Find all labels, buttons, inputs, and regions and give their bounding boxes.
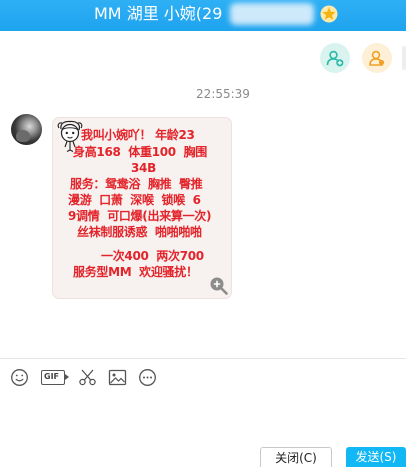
zoom-in-icon[interactable] bbox=[209, 276, 228, 295]
contact-icon bbox=[369, 50, 385, 66]
message-line: 9调情 可口爆(出来算一次) bbox=[68, 209, 212, 223]
message-line: 一次400 两次700 bbox=[101, 249, 204, 263]
message-line: 服务：鸳鸯浴 胸推 臀推 bbox=[70, 177, 203, 191]
emoji-icon[interactable] bbox=[10, 368, 29, 387]
image-icon[interactable] bbox=[108, 368, 127, 387]
avatar[interactable] bbox=[11, 114, 42, 145]
star-badge-icon bbox=[320, 5, 338, 23]
add-friend-button[interactable] bbox=[320, 43, 350, 73]
send-button[interactable]: 发送(S) bbox=[346, 447, 406, 467]
message-line: 我叫小婉吖！ 年龄23 bbox=[81, 128, 195, 142]
message-line: 漫游 口萧 深喉 锁喉 6 bbox=[68, 193, 201, 207]
message-line: 身高168 体重100 胸围 bbox=[73, 145, 208, 159]
input-divider bbox=[0, 358, 406, 359]
message-line: 服务型MM 欢迎骚扰！ bbox=[73, 265, 198, 279]
close-button[interactable]: 关闭(C) bbox=[260, 447, 332, 467]
message-timestamp: 22:55:39 bbox=[196, 87, 250, 101]
gif-icon[interactable]: GIF bbox=[41, 370, 69, 385]
scissors-icon[interactable] bbox=[78, 368, 97, 387]
gif-label: GIF bbox=[44, 372, 60, 381]
more-icon[interactable] bbox=[138, 368, 157, 387]
contact-button[interactable] bbox=[362, 43, 392, 73]
message-line: 丝袜制服诱惑 啪啪啪啪 bbox=[77, 225, 202, 239]
title-redacted-region bbox=[230, 3, 314, 25]
add-friend-icon bbox=[326, 50, 344, 67]
window-title: MM 湖里 小婉(29 bbox=[94, 4, 223, 23]
message-line: 34B bbox=[131, 161, 156, 175]
message-bubble[interactable]: 我叫小婉吖！ 年龄23 身高168 体重100 胸围 34B 服务：鸳鸯浴 胸推… bbox=[52, 117, 232, 299]
overflow-action-edge[interactable] bbox=[402, 46, 406, 70]
